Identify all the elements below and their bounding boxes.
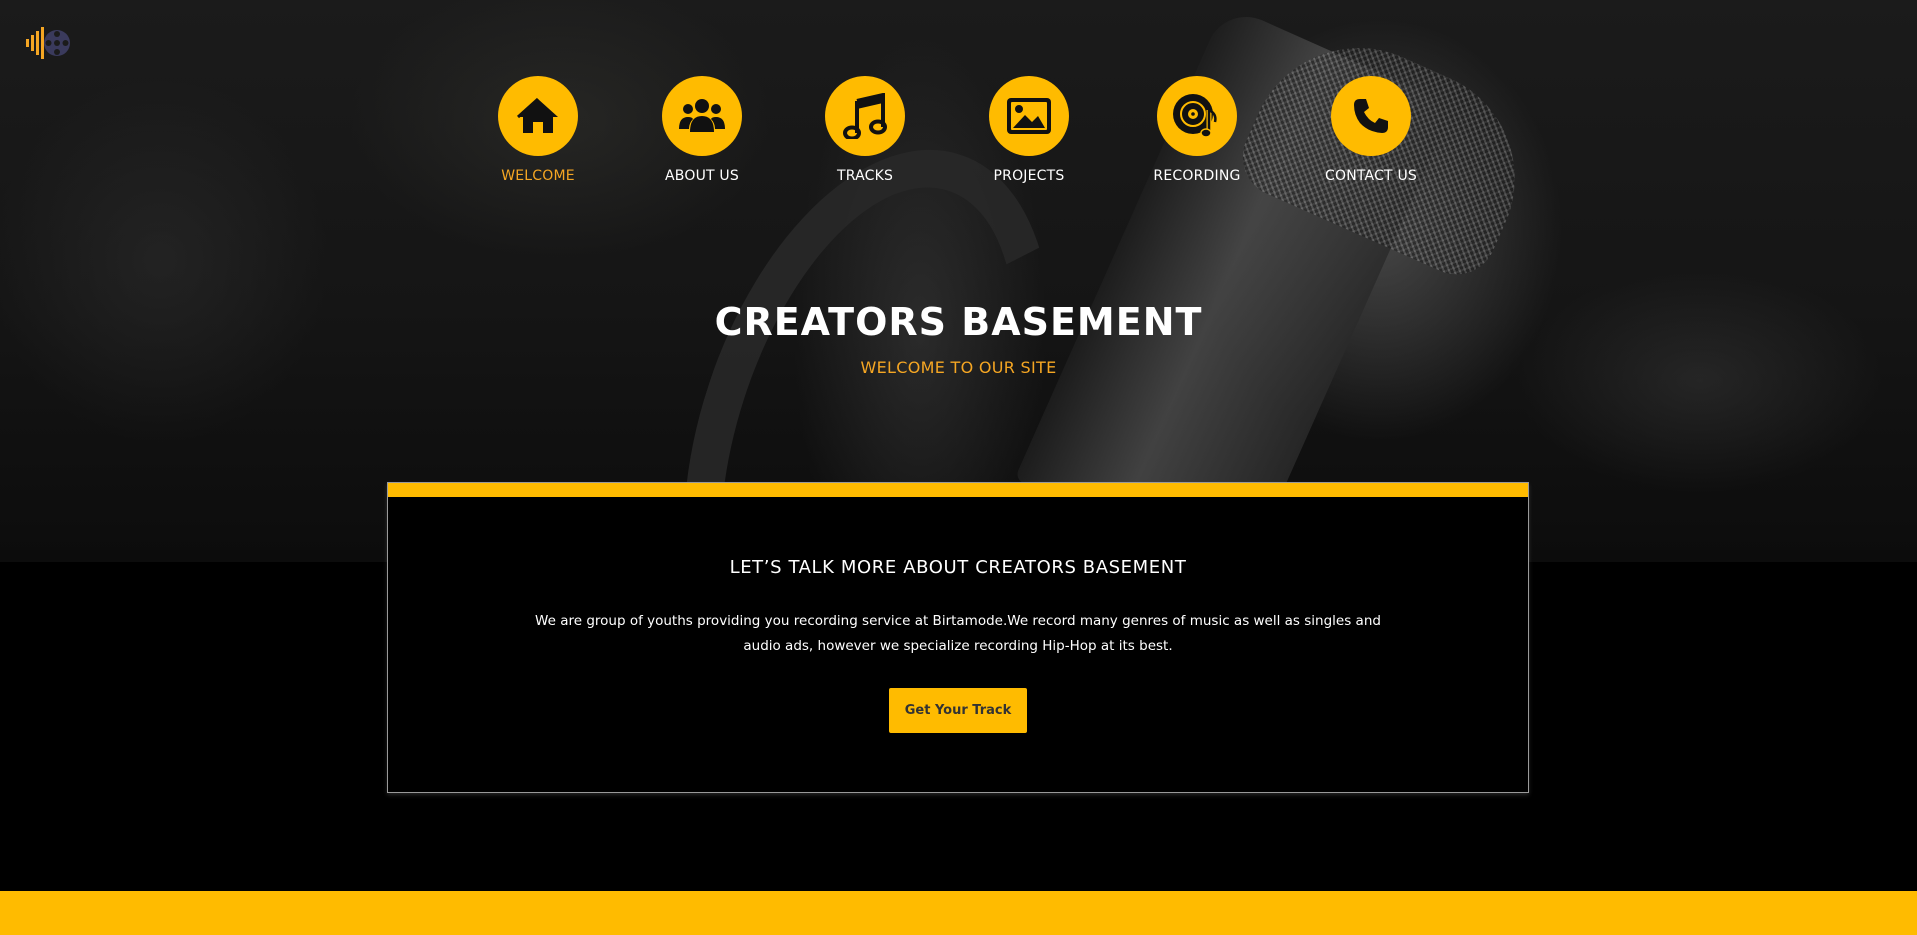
nav-item-contact-us[interactable]: CONTACT US <box>1296 76 1446 184</box>
nav-item-about-us[interactable]: ABOUT US <box>627 76 777 184</box>
site-subtitle: WELCOME TO OUR SITE <box>860 358 1057 377</box>
site-title: CREATORS BASEMENT <box>714 300 1203 344</box>
get-your-track-button[interactable]: Get Your Track <box>889 688 1027 733</box>
nav-item-recording[interactable]: RECORDING <box>1122 76 1272 184</box>
footer-strip <box>0 891 1917 935</box>
nav-circle[interactable] <box>1331 76 1411 156</box>
main-nav: WELCOME ABOUT US TRACKS PROJECTS RECORDI… <box>0 76 1917 196</box>
nav-circle[interactable] <box>1157 76 1237 156</box>
card-accent-bar <box>388 483 1528 497</box>
about-heading: LET’S TALK MORE ABOUT CREATORS BASEMENT <box>729 557 1187 578</box>
vinyl-music-icon <box>1173 94 1217 138</box>
nav-label-welcome[interactable]: WELCOME <box>463 168 613 184</box>
nav-circle[interactable] <box>825 76 905 156</box>
nav-label-about-us[interactable]: ABOUT US <box>627 168 777 184</box>
music-note-icon <box>843 93 887 139</box>
nav-circle[interactable] <box>989 76 1069 156</box>
nav-item-welcome[interactable]: WELCOME <box>463 76 613 184</box>
image-icon <box>1007 98 1051 134</box>
home-icon <box>516 97 558 133</box>
about-text: We are group of youths providing you rec… <box>535 613 1381 654</box>
phone-icon <box>1354 99 1388 133</box>
nav-circle[interactable] <box>662 76 742 156</box>
logo-icon[interactable] <box>24 22 72 64</box>
nav-item-tracks[interactable]: TRACKS <box>790 76 940 184</box>
nav-label-tracks[interactable]: TRACKS <box>790 168 940 184</box>
page: WELCOME ABOUT US TRACKS PROJECTS RECORDI… <box>0 0 1917 935</box>
nav-label-projects[interactable]: PROJECTS <box>954 168 1104 184</box>
nav-item-projects[interactable]: PROJECTS <box>954 76 1104 184</box>
nav-circle[interactable] <box>498 76 578 156</box>
nav-label-contact-us[interactable]: CONTACT US <box>1296 168 1446 184</box>
users-icon <box>679 99 725 132</box>
about-card: LET’S TALK MORE ABOUT CREATORS BASEMENT … <box>387 482 1529 793</box>
nav-label-recording[interactable]: RECORDING <box>1122 168 1272 184</box>
